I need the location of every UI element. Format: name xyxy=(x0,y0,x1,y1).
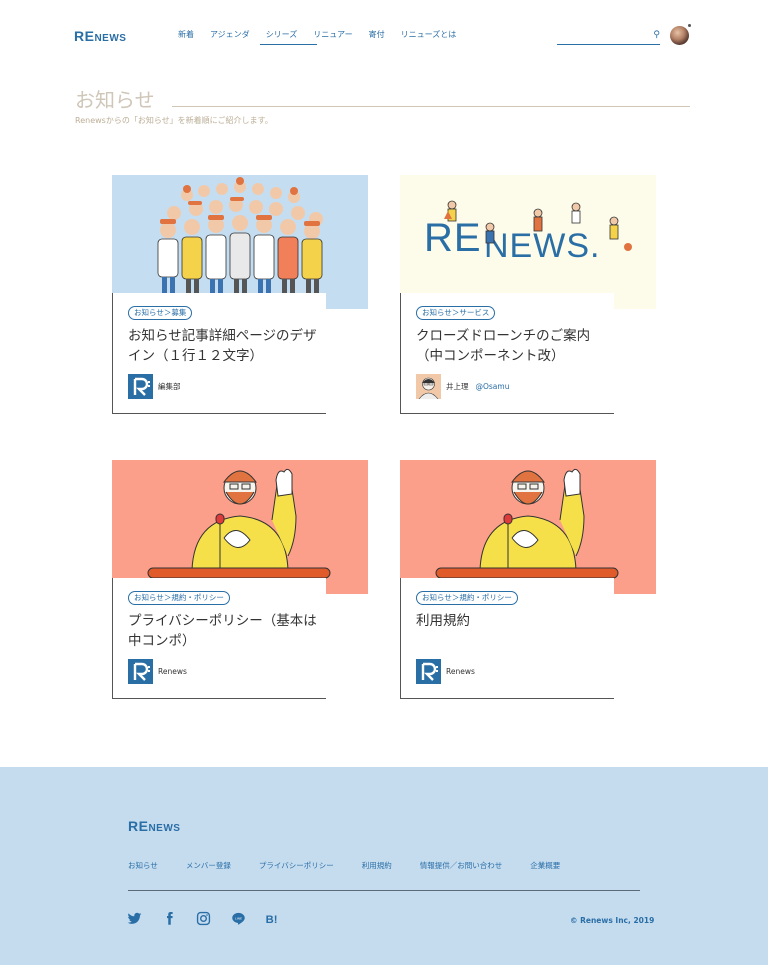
nav-item-series[interactable]: シリーズ xyxy=(258,29,317,47)
renews-logo-illustration: RE NEWS. xyxy=(400,175,656,309)
card-content: お知らせ＞規約・ポリシー プライバシーポリシー（基本は中コンポ） Renews xyxy=(112,578,326,699)
author: 編集部 xyxy=(128,374,181,399)
renews-logo-icon xyxy=(416,659,441,684)
article-card[interactable]: お知らせ＞規約・ポリシー 利用規約 Renews xyxy=(400,460,656,700)
facebook-icon[interactable] xyxy=(162,911,177,926)
site-logo[interactable]: RENEWS xyxy=(74,28,126,46)
svg-text:NEWS.: NEWS. xyxy=(484,227,600,265)
category-tag[interactable]: お知らせ＞サービス xyxy=(416,306,496,320)
card-title[interactable]: クローズドローンチのご案内（中コンポーネント改） xyxy=(416,326,608,366)
footer-link-privacy[interactable]: プライバシーポリシー xyxy=(259,860,334,871)
title-divider xyxy=(172,106,690,107)
svg-text:RE: RE xyxy=(424,216,482,260)
footer-link-contact[interactable]: 情報提供／お問い合わせ xyxy=(420,860,503,871)
footer-links: お知らせ メンバー登録 プライバシーポリシー 利用規約 情報提供／お問い合わせ … xyxy=(128,860,588,871)
nav-item-new[interactable]: 新着 xyxy=(170,29,202,47)
nav-item-agenda[interactable]: アジェンダ xyxy=(202,29,258,47)
category-tag[interactable]: お知らせ＞規約・ポリシー xyxy=(416,591,518,605)
author: Renews xyxy=(128,659,187,684)
renews-logo-icon xyxy=(128,374,153,399)
crowd-illustration xyxy=(112,175,368,309)
line-icon[interactable]: LINE xyxy=(231,911,246,926)
oath-illustration xyxy=(112,460,368,594)
article-card[interactable]: お知らせ＞規約・ポリシー プライバシーポリシー（基本は中コンポ） Renews xyxy=(112,460,368,700)
copyright: © Renews Inc, 2019 xyxy=(570,916,655,925)
footer-link-register[interactable]: メンバー登録 xyxy=(186,860,231,871)
category-tag[interactable]: お知らせ＞規約・ポリシー xyxy=(128,591,230,605)
article-card[interactable]: お知らせ＞募集 お知らせ記事詳細ページのデザイン（１行１２文字） 編集部 xyxy=(112,175,368,415)
author-name: Renews xyxy=(446,667,475,676)
card-content: お知らせ＞サービス クローズドローンチのご案内（中コンポーネント改） 井上理 @… xyxy=(400,293,614,414)
article-card[interactable]: RE NEWS. お知らせ＞サービス クローズドローンチのご案内（中コンポーネン… xyxy=(400,175,656,415)
footer-divider xyxy=(128,890,640,891)
footer-link-terms[interactable]: 利用規約 xyxy=(362,860,392,871)
author-name: 井上理 xyxy=(446,382,469,391)
main-nav: 新着 アジェンダ シリーズ リニュアー 寄付 リニューズとは xyxy=(170,29,464,47)
hatena-bookmark-icon[interactable]: B! xyxy=(265,911,280,926)
author-avatar xyxy=(416,374,441,399)
author-handle[interactable]: @Osamu xyxy=(476,382,510,391)
nav-item-donate[interactable]: 寄付 xyxy=(361,29,393,47)
search-icon[interactable]: ⚲ xyxy=(653,30,660,40)
card-content: お知らせ＞募集 お知らせ記事詳細ページのデザイン（１行１２文字） 編集部 xyxy=(112,293,326,414)
page-subtitle: Renewsからの「お知らせ」を新着順にご紹介します。 xyxy=(75,116,273,125)
svg-text:LINE: LINE xyxy=(235,916,242,920)
svg-text:B!: B! xyxy=(266,914,278,926)
card-title[interactable]: プライバシーポリシー（基本は中コンポ） xyxy=(128,611,320,651)
notification-dot xyxy=(688,24,691,27)
nav-item-about[interactable]: リニューズとは xyxy=(393,29,465,47)
author: 井上理 @Osamu xyxy=(416,374,509,399)
user-avatar[interactable] xyxy=(670,26,689,45)
card-title[interactable]: お知らせ記事詳細ページのデザイン（１行１２文字） xyxy=(128,326,320,366)
card-content: お知らせ＞規約・ポリシー 利用規約 Renews xyxy=(400,578,614,699)
footer-link-company[interactable]: 企業概要 xyxy=(530,860,560,871)
search-box: ⚲ xyxy=(557,30,660,49)
footer-link-news[interactable]: お知らせ xyxy=(128,860,158,871)
oath-illustration xyxy=(400,460,656,594)
author: Renews xyxy=(416,659,475,684)
instagram-icon[interactable] xyxy=(196,911,211,926)
card-title[interactable]: 利用規約 xyxy=(416,611,608,631)
page-title: お知らせ xyxy=(75,88,155,112)
search-input[interactable] xyxy=(557,36,647,49)
author-name: 編集部 xyxy=(158,382,181,391)
renews-logo-icon xyxy=(128,659,153,684)
author-name: Renews xyxy=(158,667,187,676)
footer-logo[interactable]: RENEWS xyxy=(128,818,180,836)
nav-item-renewer[interactable]: リニュアー xyxy=(305,29,360,47)
category-tag[interactable]: お知らせ＞募集 xyxy=(128,306,193,320)
twitter-icon[interactable] xyxy=(127,911,142,926)
